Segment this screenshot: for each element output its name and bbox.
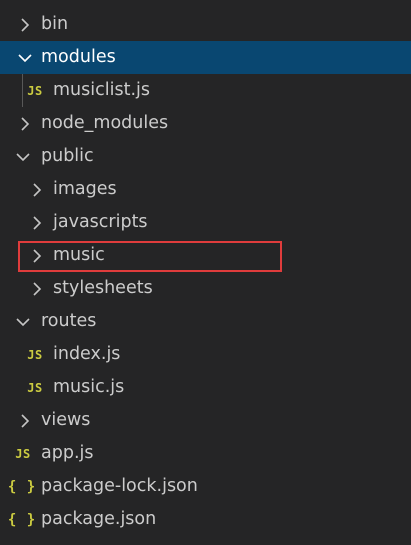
tree-item-label: index.js (53, 344, 121, 364)
tree-item-label: music (53, 245, 105, 265)
chevron-right-icon[interactable] (29, 239, 45, 272)
tree-item-public[interactable]: public (0, 140, 411, 173)
tree-item-label: package.json (41, 509, 157, 529)
tree-item-bin[interactable]: bin (0, 8, 411, 41)
chevron-right-icon[interactable] (17, 107, 33, 140)
tree-item-label: musiclist.js (53, 80, 150, 100)
tree-item-views[interactable]: views (0, 404, 411, 437)
tree-item-index-js[interactable]: JS index.js (0, 338, 411, 371)
tree-item-label: public (41, 146, 94, 166)
tree-item-node-modules[interactable]: node_modules (0, 107, 411, 140)
tree-item-images[interactable]: images (0, 173, 411, 206)
tree-item-label: bin (41, 14, 69, 34)
tree-item-app-js[interactable]: JS app.js (0, 437, 411, 470)
tree-item-label: views (41, 410, 91, 430)
chevron-down-icon[interactable] (15, 305, 31, 338)
chevron-down-icon[interactable] (17, 41, 33, 74)
tree-item-package-lock-json[interactable]: { } package-lock.json (0, 470, 411, 503)
tree-item-package-json[interactable]: { } package.json (0, 503, 411, 536)
chevron-down-icon[interactable] (15, 140, 31, 173)
javascript-file-icon: JS (15, 446, 31, 461)
tree-item-label: package-lock.json (41, 476, 198, 496)
tree-item-label: routes (41, 311, 97, 331)
tree-item-label: javascripts (53, 212, 148, 232)
tree-item-javascripts[interactable]: javascripts (0, 206, 411, 239)
chevron-right-icon[interactable] (29, 173, 45, 206)
chevron-right-icon[interactable] (17, 8, 33, 41)
javascript-file-icon: JS (27, 83, 43, 98)
javascript-file-icon: JS (27, 380, 43, 395)
tree-item-modules[interactable]: modules (0, 41, 411, 74)
javascript-file-icon: JS (27, 347, 43, 362)
tree-item-label: music.js (53, 377, 125, 397)
tree-item-label: app.js (41, 443, 94, 463)
tree-item-label: modules (41, 47, 116, 67)
tree-item-routes[interactable]: routes (0, 305, 411, 338)
chevron-right-icon[interactable] (17, 404, 33, 437)
file-explorer-tree: bin modules JS musiclist.js node_modules… (0, 8, 411, 536)
json-file-icon: { } (7, 511, 37, 528)
tree-item-label: node_modules (41, 113, 169, 133)
json-file-icon: { } (7, 478, 37, 495)
tree-item-stylesheets[interactable]: stylesheets (0, 272, 411, 305)
indent-guide (22, 74, 23, 107)
tree-item-music-js[interactable]: JS music.js (0, 371, 411, 404)
tree-item-label: images (53, 179, 117, 199)
tree-item-label: stylesheets (53, 278, 153, 298)
tree-item-musiclist-js[interactable]: JS musiclist.js (0, 74, 411, 107)
chevron-right-icon[interactable] (29, 272, 45, 305)
tree-item-music[interactable]: music (0, 239, 411, 272)
chevron-right-icon[interactable] (29, 206, 45, 239)
